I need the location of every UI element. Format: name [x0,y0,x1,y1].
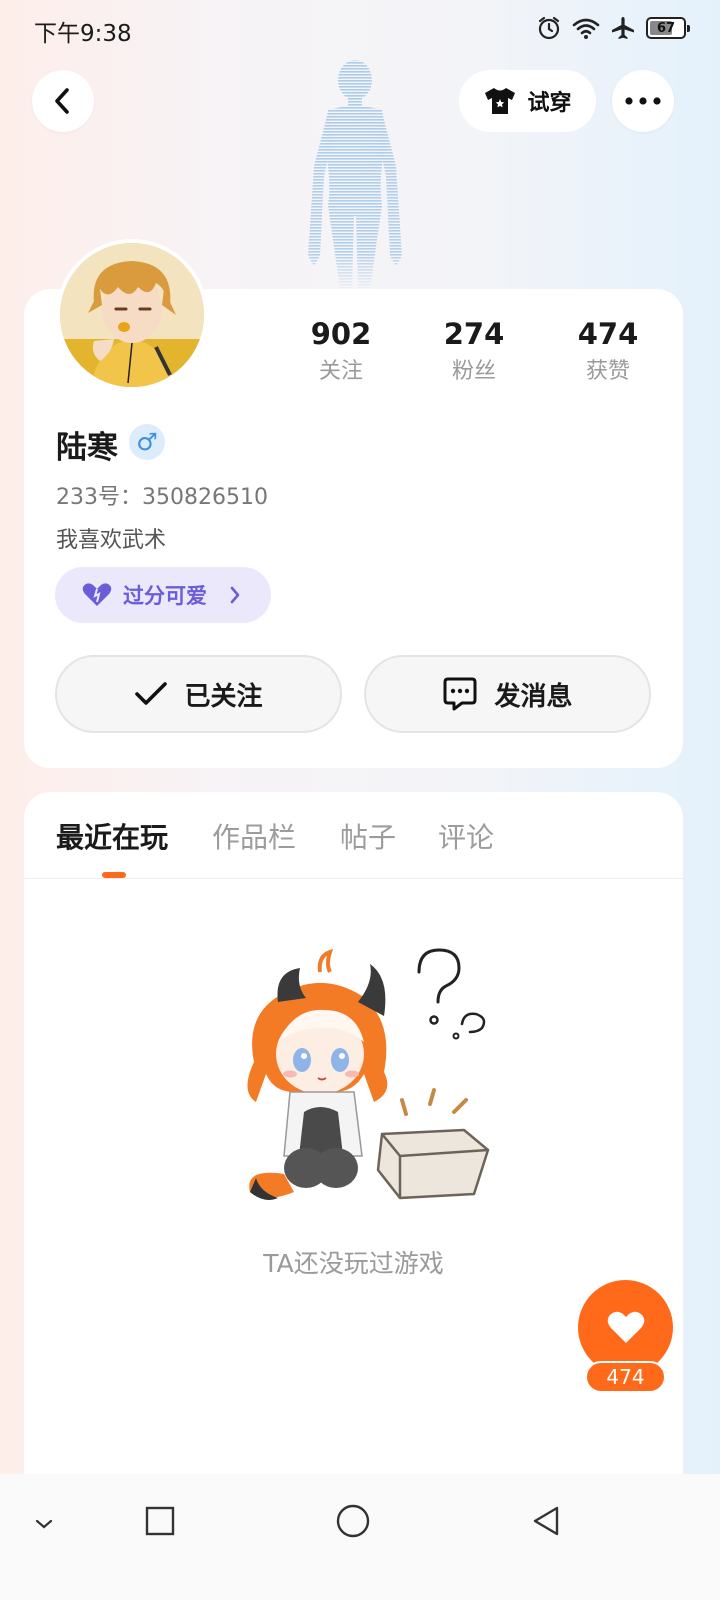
followed-label: 已关注 [184,681,263,712]
tab-recent-played[interactable]: 最近在玩 [56,816,168,856]
empty-state-illustration [247,948,490,1200]
send-message-button[interactable]: 发消息 [364,655,651,733]
stat-following-value: 902 [310,317,372,351]
more-button[interactable] [612,70,674,132]
personality-tag[interactable]: 过分可爱 [55,567,271,623]
avatar-figure-hologram [308,60,402,288]
nav-recents-button[interactable] [143,1504,177,1538]
status-bar: 下午9:38 67 [0,0,720,58]
tshirt-icon [485,88,516,114]
stat-following-label: 关注 [318,359,363,384]
back-button[interactable] [32,70,94,132]
more-dots-icon [625,97,661,105]
heart-icon [607,1311,644,1343]
square-icon [145,1506,175,1536]
tab-posts[interactable]: 帖子 [340,816,396,856]
send-message-label: 发消息 [494,681,573,712]
tab-comments[interactable]: 评论 [438,816,494,856]
tryon-label: 试穿 [527,91,572,116]
nav-collapse-button[interactable] [30,1510,58,1538]
chevron-down-icon [35,1519,53,1529]
triangle-back-icon [533,1506,559,1536]
alarm-icon [538,16,560,40]
content-card: 最近在玩 作品栏 帖子 评论 TA还没玩过游戏 [24,792,683,1492]
checkmark-icon [135,682,168,705]
empty-state-text: TA还没玩过游戏 [263,1249,444,1278]
stat-likes[interactable]: 474 获赞 [553,316,663,388]
stat-fans-label: 粉丝 [451,359,496,384]
stat-likes-value: 474 [577,317,639,351]
chevron-left-icon [55,88,69,114]
like-count: 474 [585,1361,666,1393]
tab-works[interactable]: 作品栏 [212,816,296,856]
circle-icon [336,1504,370,1538]
followed-button[interactable]: 已关注 [55,655,342,733]
nav-home-button[interactable] [334,1502,372,1540]
wifi-icon [572,18,600,39]
stat-following[interactable]: 902 关注 [286,316,396,388]
airplane-icon [612,17,634,39]
status-time: 下午9:38 [34,21,132,47]
chat-bubble-icon [443,677,477,711]
username: 陆寒 [56,430,118,466]
status-icons: 67 [536,15,690,41]
tab-bar: 最近在玩 作品栏 帖子 评论 [24,792,683,879]
stat-fans[interactable]: 274 粉丝 [419,316,529,388]
avatar[interactable] [56,239,208,391]
chevron-right-icon [230,586,240,604]
bio: 我喜欢武术 [56,528,167,553]
stat-likes-label: 获赞 [585,359,630,384]
tryon-button[interactable]: 试穿 [459,70,596,132]
active-tab-indicator [102,872,126,878]
user-id: 233号：350826510 [56,485,268,510]
avatar-image [60,243,204,387]
gender-male-icon: ♂ [129,424,165,460]
nav-back-button[interactable] [529,1504,563,1538]
tag-label: 过分可爱 [123,584,207,608]
heart-icon [82,583,112,606]
stat-fans-value: 274 [443,317,505,351]
battery-icon: 67 [646,17,690,39]
system-nav-bar [0,1474,720,1600]
